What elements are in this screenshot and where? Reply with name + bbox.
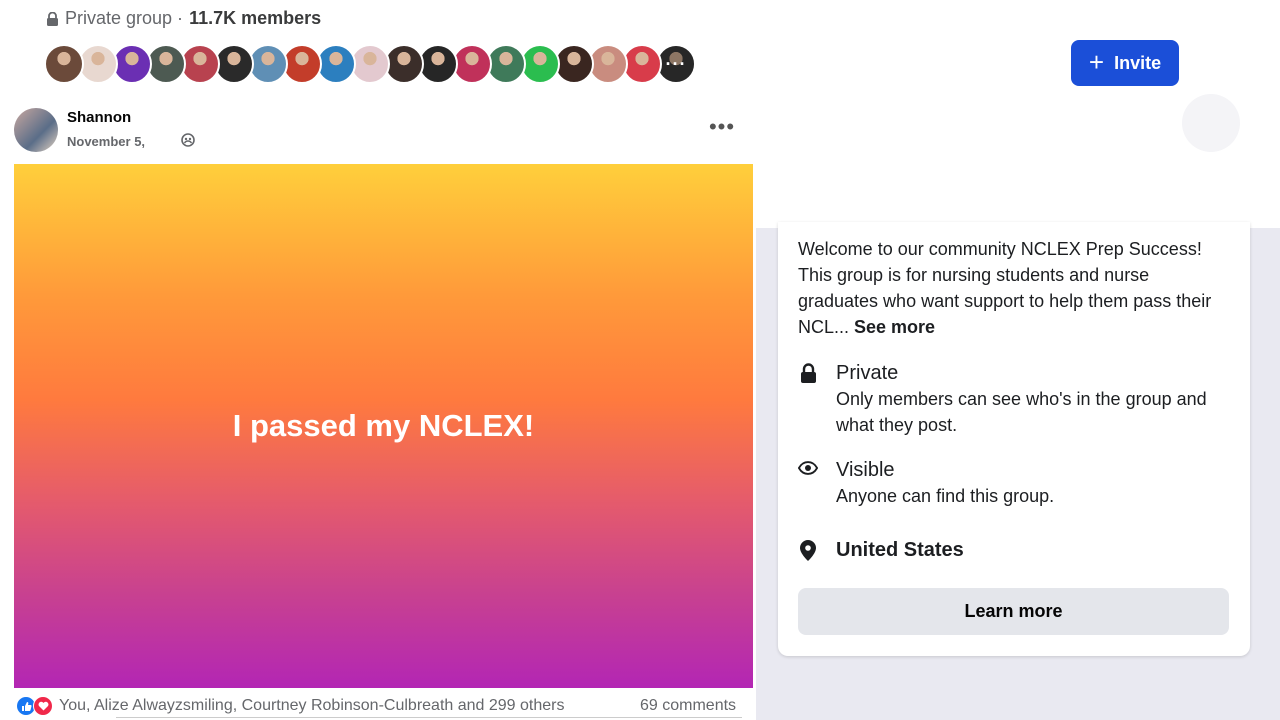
group-audience-icon — [181, 133, 195, 150]
post-date-text[interactable]: November 5, — [67, 134, 145, 149]
member-avatar[interactable] — [452, 44, 492, 84]
see-more-link[interactable]: See more — [854, 317, 935, 337]
post-text: I passed my NCLEX! — [232, 408, 535, 443]
member-avatar[interactable] — [520, 44, 560, 84]
location-info: United States — [798, 537, 964, 563]
member-avatar[interactable] — [588, 44, 628, 84]
love-reaction-icon — [33, 696, 53, 716]
plus-icon: + — [1088, 46, 1105, 77]
reactions-text: You, Alize Alwayzsmiling, Courtney Robin… — [59, 697, 565, 714]
post-text-background[interactable]: I passed my NCLEX! — [14, 164, 753, 688]
comments-count[interactable]: 69 comments — [640, 697, 736, 715]
visible-info: Visible Anyone can find this group. — [798, 457, 1054, 509]
member-avatar[interactable] — [180, 44, 220, 84]
more-members-icon: ··· — [658, 46, 694, 82]
member-avatar[interactable] — [214, 44, 254, 84]
group-privacy-meta: Private group · 11.7K members — [46, 8, 321, 29]
visible-title: Visible — [836, 459, 895, 481]
member-avatar[interactable] — [316, 44, 356, 84]
privacy-label: Private group · — [65, 8, 184, 28]
invite-button[interactable]: + Invite — [1071, 40, 1179, 86]
private-title: Private — [836, 362, 899, 384]
post-author-name[interactable]: Shannon — [67, 109, 131, 126]
private-subtitle: Only members can see who's in the group … — [836, 389, 1207, 435]
member-avatar[interactable] — [486, 44, 526, 84]
member-avatar[interactable] — [622, 44, 662, 84]
member-avatar[interactable] — [248, 44, 288, 84]
about-card: Welcome to our community NCLEX Prep Succ… — [778, 222, 1250, 656]
lock-icon — [46, 11, 59, 26]
member-avatar[interactable] — [418, 44, 458, 84]
learn-more-button[interactable]: Learn more — [798, 588, 1229, 635]
location-title: United States — [836, 539, 964, 561]
faded-circle-button — [1182, 94, 1240, 152]
eye-icon — [798, 457, 818, 509]
invite-label: Invite — [1114, 52, 1162, 73]
reactions-summary[interactable]: You, Alize Alwayzsmiling, Courtney Robin… — [16, 696, 564, 716]
member-avatar[interactable] — [112, 44, 152, 84]
member-avatar[interactable] — [554, 44, 594, 84]
member-avatar[interactable] — [282, 44, 322, 84]
visible-subtitle: Anyone can find this group. — [836, 486, 1055, 506]
member-avatar[interactable] — [44, 44, 84, 84]
member-count[interactable]: 11.7K members — [189, 8, 321, 29]
member-avatar[interactable]: ··· — [656, 44, 696, 84]
member-avatars[interactable]: ··· — [44, 44, 696, 84]
location-pin-icon — [798, 537, 818, 563]
member-avatar[interactable] — [384, 44, 424, 84]
member-avatar[interactable] — [78, 44, 118, 84]
post-options-button[interactable]: ••• — [708, 114, 736, 139]
post-author-avatar[interactable] — [14, 108, 58, 152]
member-avatar[interactable] — [146, 44, 186, 84]
member-avatar[interactable] — [350, 44, 390, 84]
private-info: Private Only members can see who's in th… — [798, 360, 1216, 438]
lock-icon — [798, 360, 818, 438]
post-date: November 5, — [67, 133, 195, 150]
divider — [116, 717, 742, 718]
group-description: Welcome to our community NCLEX Prep Succ… — [798, 236, 1228, 340]
